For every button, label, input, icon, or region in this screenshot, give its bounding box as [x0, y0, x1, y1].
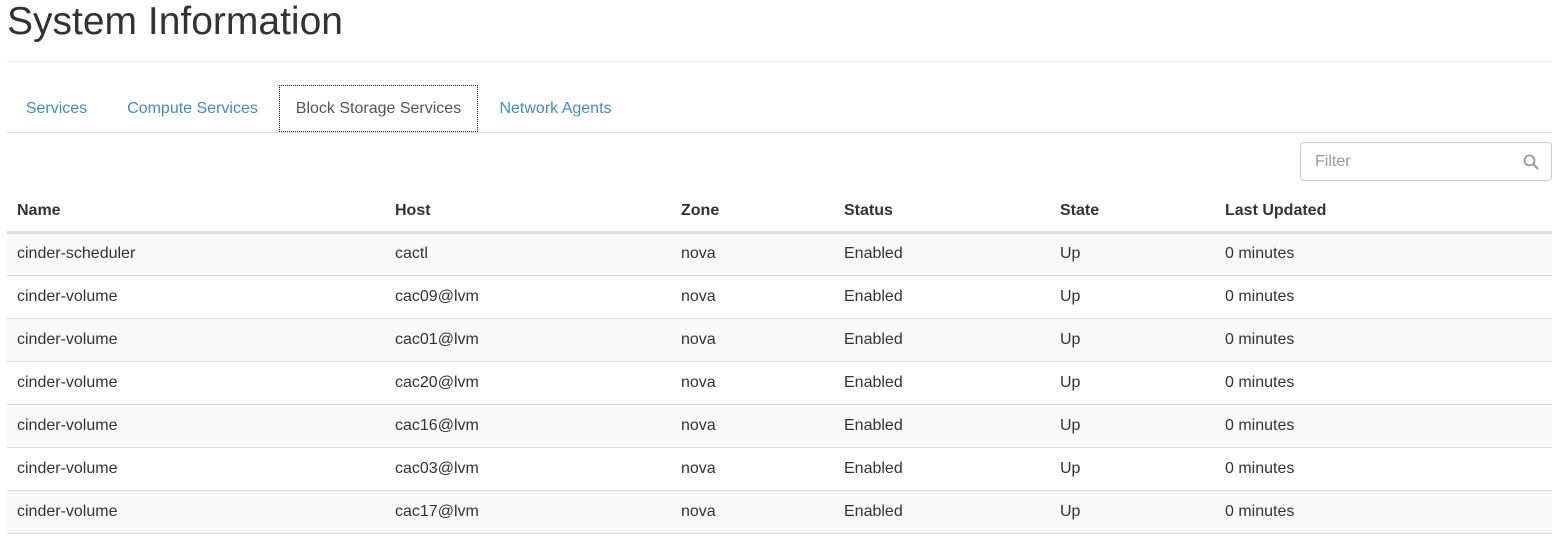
cell-name: cinder-volume — [7, 489, 385, 534]
cell-zone: nova — [671, 231, 834, 275]
cell-state: Up — [1050, 274, 1215, 318]
column-header-status[interactable]: Status — [834, 191, 1050, 234]
table-row: cinder-volume cac17@lvm nova Enabled Up … — [7, 489, 1552, 534]
cell-host: cac16@lvm — [385, 403, 671, 447]
cell-last-updated: 0 minutes — [1215, 274, 1552, 318]
tab-services[interactable]: Services — [7, 85, 106, 132]
cell-host: cac17@lvm — [385, 489, 671, 534]
filter-field — [1300, 142, 1552, 181]
cell-last-updated: 0 minutes — [1215, 360, 1552, 404]
cell-status: Enabled — [834, 317, 1050, 361]
page-title: System Information — [7, 0, 343, 43]
cell-state: Up — [1050, 231, 1215, 275]
cell-status: Enabled — [834, 231, 1050, 275]
cell-zone: nova — [671, 403, 834, 447]
cell-status: Enabled — [834, 360, 1050, 404]
column-header-name[interactable]: Name — [7, 191, 385, 234]
tab-compute-services[interactable]: Compute Services — [106, 85, 279, 132]
cell-zone: nova — [671, 360, 834, 404]
cell-name: cinder-volume — [7, 274, 385, 318]
cell-status: Enabled — [834, 489, 1050, 534]
cell-last-updated: 0 minutes — [1215, 317, 1552, 361]
table-row: cinder-volume cac03@lvm nova Enabled Up … — [7, 446, 1552, 490]
cell-status: Enabled — [834, 274, 1050, 318]
cell-host: cac03@lvm — [385, 446, 671, 490]
cell-last-updated: 0 minutes — [1215, 446, 1552, 490]
cell-last-updated: 0 minutes — [1215, 231, 1552, 275]
block-storage-services-table: Name Host Zone Status State Last Updated… — [7, 191, 1552, 534]
cell-zone: nova — [671, 489, 834, 534]
search-icon[interactable] — [1523, 154, 1539, 170]
cell-zone: nova — [671, 274, 834, 318]
cell-host: cac09@lvm — [385, 274, 671, 318]
column-header-state[interactable]: State — [1050, 191, 1215, 234]
cell-zone: nova — [671, 317, 834, 361]
column-header-host[interactable]: Host — [385, 191, 671, 234]
cell-status: Enabled — [834, 446, 1050, 490]
cell-state: Up — [1050, 317, 1215, 361]
cell-status: Enabled — [834, 403, 1050, 447]
filter-input[interactable] — [1301, 143, 1525, 180]
column-header-last-updated[interactable]: Last Updated — [1215, 191, 1552, 234]
table-row: cinder-volume cac20@lvm nova Enabled Up … — [7, 360, 1552, 404]
title-divider — [7, 61, 1552, 62]
cell-zone: nova — [671, 446, 834, 490]
table-row: cinder-scheduler cactl nova Enabled Up 0… — [7, 231, 1552, 275]
cell-name: cinder-volume — [7, 317, 385, 361]
cell-host: cac20@lvm — [385, 360, 671, 404]
cell-name: cinder-volume — [7, 403, 385, 447]
cell-name: cinder-volume — [7, 446, 385, 490]
cell-host: cactl — [385, 231, 671, 275]
cell-last-updated: 0 minutes — [1215, 403, 1552, 447]
cell-state: Up — [1050, 446, 1215, 490]
tab-network-agents[interactable]: Network Agents — [478, 85, 633, 132]
cell-state: Up — [1050, 360, 1215, 404]
cell-name: cinder-volume — [7, 360, 385, 404]
table-row: cinder-volume cac16@lvm nova Enabled Up … — [7, 403, 1552, 447]
system-information-page: System Information Services Compute Serv… — [0, 0, 1559, 536]
tab-block-storage-services[interactable]: Block Storage Services — [279, 85, 478, 132]
cell-host: cac01@lvm — [385, 317, 671, 361]
table-header-row: Name Host Zone Status State Last Updated — [7, 191, 1552, 234]
cell-last-updated: 0 minutes — [1215, 489, 1552, 534]
cell-state: Up — [1050, 403, 1215, 447]
cell-state: Up — [1050, 489, 1215, 534]
table-row: cinder-volume cac09@lvm nova Enabled Up … — [7, 274, 1552, 318]
cell-name: cinder-scheduler — [7, 231, 385, 275]
column-header-zone[interactable]: Zone — [671, 191, 834, 234]
tab-bar: Services Compute Services Block Storage … — [7, 85, 1552, 133]
table-row: cinder-volume cac01@lvm nova Enabled Up … — [7, 317, 1552, 361]
